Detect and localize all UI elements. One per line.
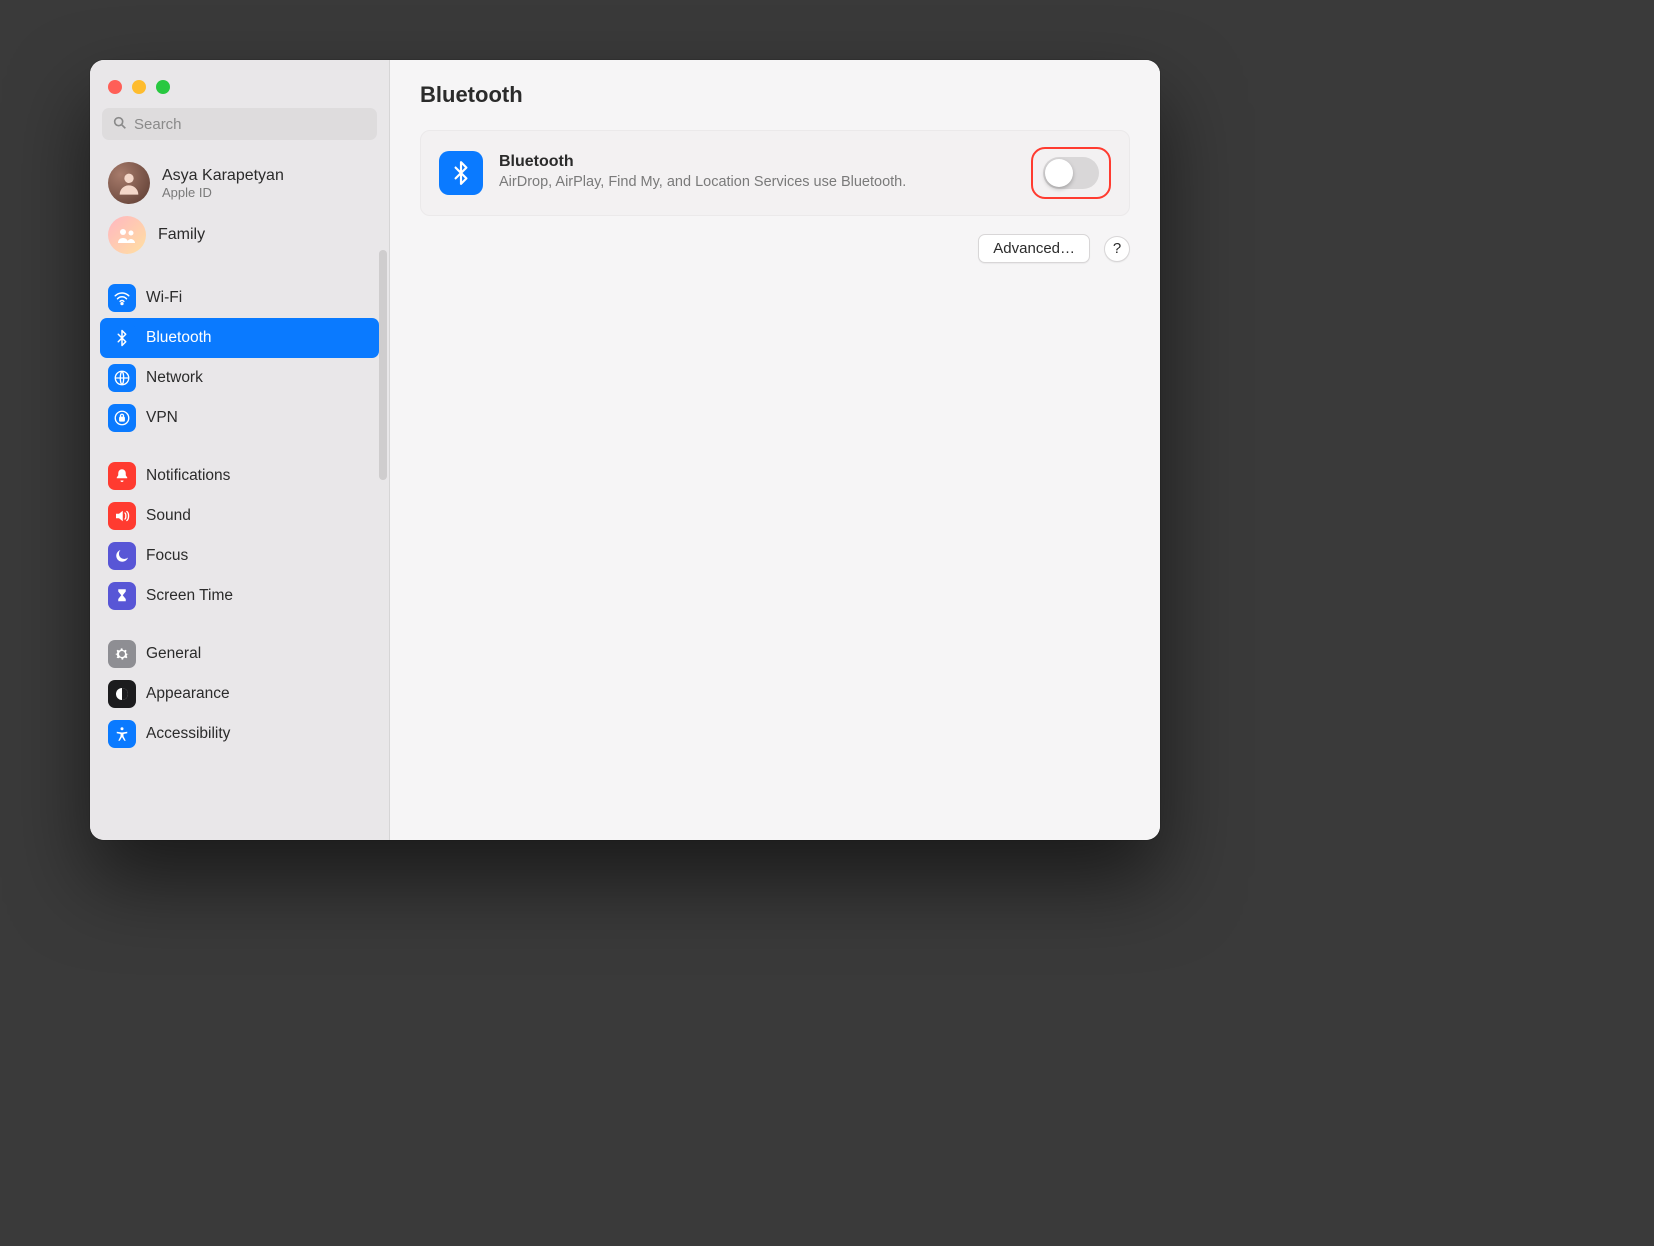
sidebar-item-label: Screen Time — [146, 587, 233, 605]
speaker-icon — [108, 502, 136, 530]
maximize-button[interactable] — [156, 80, 170, 94]
bell-icon — [108, 462, 136, 490]
search-icon — [112, 115, 128, 131]
accessibility-icon — [108, 720, 136, 748]
sidebar-item-apple-id[interactable]: Asya Karapetyan Apple ID — [100, 156, 379, 210]
actions-row: Advanced… ? — [420, 234, 1130, 263]
sidebar-item-label: Bluetooth — [146, 329, 212, 347]
profile-subtitle: Apple ID — [162, 185, 284, 200]
sidebar-item-label: Notifications — [146, 467, 230, 485]
user-avatar-icon — [108, 162, 150, 204]
main-content: Bluetooth Bluetooth AirDrop, AirPlay, Fi… — [390, 60, 1160, 840]
sidebar-item-label: Focus — [146, 547, 188, 565]
help-button[interactable]: ? — [1104, 236, 1130, 262]
sidebar-group-alerts: Notifications Sound Focus — [100, 456, 379, 616]
bluetooth-card-title: Bluetooth — [499, 153, 1015, 171]
globe-icon — [108, 364, 136, 392]
sidebar-scroll[interactable]: Asya Karapetyan Apple ID Family — [90, 150, 389, 840]
sidebar-group-system: General Appearance Accessibility — [100, 634, 379, 754]
wifi-icon — [108, 284, 136, 312]
appearance-icon — [108, 680, 136, 708]
sidebar: Asya Karapetyan Apple ID Family — [90, 60, 390, 840]
bluetooth-icon — [108, 324, 136, 352]
toggle-highlight-annotation — [1031, 147, 1111, 199]
vpn-icon — [108, 404, 136, 432]
sidebar-item-family[interactable]: Family — [100, 210, 379, 260]
system-settings-window: Asya Karapetyan Apple ID Family — [90, 60, 1160, 840]
search-input[interactable] — [102, 108, 377, 140]
sidebar-item-wifi[interactable]: Wi-Fi — [100, 278, 379, 318]
window-controls — [90, 70, 389, 108]
sidebar-account-group: Asya Karapetyan Apple ID Family — [100, 156, 379, 260]
advanced-button[interactable]: Advanced… — [978, 234, 1090, 263]
family-avatar-icon — [108, 216, 146, 254]
sidebar-item-network[interactable]: Network — [100, 358, 379, 398]
profile-name: Asya Karapetyan — [162, 166, 284, 185]
sidebar-item-focus[interactable]: Focus — [100, 536, 379, 576]
sidebar-item-label: Appearance — [146, 685, 230, 703]
hourglass-icon — [108, 582, 136, 610]
sidebar-item-bluetooth[interactable]: Bluetooth — [100, 318, 379, 358]
close-button[interactable] — [108, 80, 122, 94]
family-label: Family — [158, 225, 205, 244]
sidebar-group-network: Wi-Fi Bluetooth Network — [100, 278, 379, 438]
search-wrap — [90, 108, 389, 150]
toggle-knob — [1045, 159, 1073, 187]
sidebar-item-label: Accessibility — [146, 725, 230, 743]
moon-icon — [108, 542, 136, 570]
sidebar-item-vpn[interactable]: VPN — [100, 398, 379, 438]
bluetooth-card: Bluetooth AirDrop, AirPlay, Find My, and… — [420, 130, 1130, 216]
sidebar-item-label: Network — [146, 369, 203, 387]
sidebar-item-screen-time[interactable]: Screen Time — [100, 576, 379, 616]
sidebar-item-notifications[interactable]: Notifications — [100, 456, 379, 496]
sidebar-item-label: Sound — [146, 507, 191, 525]
sidebar-item-label: General — [146, 645, 201, 663]
page-title: Bluetooth — [420, 82, 1130, 108]
sidebar-item-accessibility[interactable]: Accessibility — [100, 714, 379, 754]
bluetooth-icon — [439, 151, 483, 195]
sidebar-item-label: Wi-Fi — [146, 289, 182, 307]
sidebar-item-label: VPN — [146, 409, 178, 427]
bluetooth-toggle[interactable] — [1043, 157, 1099, 189]
sidebar-item-sound[interactable]: Sound — [100, 496, 379, 536]
sidebar-item-appearance[interactable]: Appearance — [100, 674, 379, 714]
minimize-button[interactable] — [132, 80, 146, 94]
gear-icon — [108, 640, 136, 668]
bluetooth-card-text: Bluetooth AirDrop, AirPlay, Find My, and… — [499, 153, 1015, 193]
bluetooth-card-desc: AirDrop, AirPlay, Find My, and Location … — [499, 173, 949, 193]
sidebar-scrollbar[interactable] — [379, 250, 387, 480]
sidebar-item-general[interactable]: General — [100, 634, 379, 674]
